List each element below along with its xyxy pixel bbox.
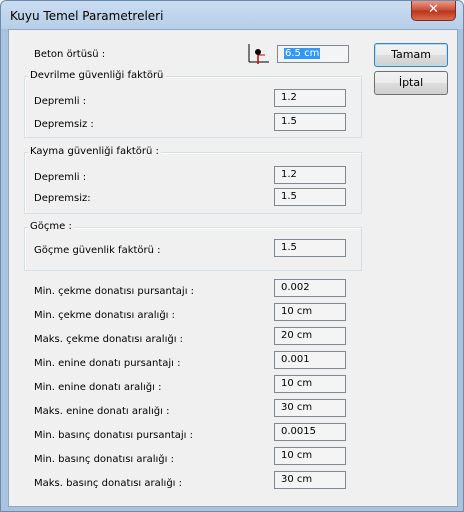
sliding-nonseismic-input[interactable]: 1.5: [274, 188, 346, 206]
rebar-value: 0.001: [281, 354, 310, 365]
collapse-group-title: Göçme :: [28, 221, 74, 232]
rebar-input[interactable]: 10 cm: [274, 375, 346, 393]
collapse-factor-label: Göçme güvenlik faktörü :: [34, 245, 161, 256]
rebar-input[interactable]: 10 cm: [274, 303, 346, 321]
sliding-nonseismic-label: Depremsiz:: [34, 193, 91, 204]
title-bar[interactable]: Kuyu Temel Parametreleri ✕: [1, 1, 463, 29]
sliding-seismic-value: 1.2: [281, 169, 297, 180]
rebar-value: 30 cm: [281, 402, 313, 413]
rebar-label: Maks. enine donatı aralığı :: [34, 406, 170, 417]
rebar-value: 10 cm: [281, 378, 313, 389]
rebar-label: Min. basınç donatısı pursantajı :: [34, 430, 194, 441]
rebar-input[interactable]: 20 cm: [274, 327, 346, 345]
collapse-factor-input[interactable]: 1.5: [274, 239, 346, 257]
window-title: Kuyu Temel Parametreleri: [10, 9, 164, 23]
rebar-value: 30 cm: [281, 474, 313, 485]
cancel-button[interactable]: İptal: [374, 71, 448, 95]
rebar-input[interactable]: 30 cm: [274, 471, 346, 489]
rebar-label: Min. enine donatı aralığı :: [34, 382, 162, 393]
rebar-label: Min. çekme donatısı pursantajı :: [34, 286, 195, 297]
collapse-factor-value: 1.5: [281, 242, 297, 253]
cover-value: 6.5 cm: [284, 48, 321, 59]
rebar-label: Maks. çekme donatısı aralığı :: [34, 334, 184, 345]
rebar-input[interactable]: 0.001: [274, 351, 346, 369]
overturning-nonseismic-value: 1.5: [281, 116, 297, 127]
close-button[interactable]: ✕: [411, 1, 456, 21]
overturning-seismic-input[interactable]: 1.2: [274, 89, 346, 107]
sliding-seismic-input[interactable]: 1.2: [274, 166, 346, 184]
rebar-label: Maks. basınç donatısı aralığı :: [34, 478, 182, 489]
rebar-value: 0.002: [281, 282, 310, 293]
rebar-label: Min. basınç donatısı aralığı :: [34, 454, 174, 465]
overturning-seismic-label: Depremli :: [34, 96, 87, 107]
rebar-value: 0.0015: [281, 426, 316, 437]
dialog-window: Kuyu Temel Parametreleri ✕ Beton örtüsü …: [0, 0, 464, 512]
sliding-nonseismic-value: 1.5: [281, 191, 297, 202]
rebar-input[interactable]: 0.0015: [274, 423, 346, 441]
concrete-cover-icon: [247, 42, 271, 64]
rebar-value: 10 cm: [281, 450, 313, 461]
sliding-group-title: Kayma güvenliği faktörü :: [28, 146, 161, 157]
rebar-label: Min. çekme donatısı aralığı :: [34, 310, 176, 321]
rebar-value: 20 cm: [281, 330, 313, 341]
overturning-group-title: Devrilme güvenliği faktörü: [28, 70, 166, 81]
rebar-input[interactable]: 30 cm: [274, 399, 346, 417]
rebar-input[interactable]: 0.002: [274, 279, 346, 297]
overturning-nonseismic-input[interactable]: 1.5: [274, 113, 346, 131]
dialog-client-area: Beton örtüsü : 6.5 cm Devrilme güvenliği…: [8, 29, 458, 507]
cover-input[interactable]: 6.5 cm: [277, 45, 349, 63]
rebar-value: 10 cm: [281, 306, 313, 317]
rebar-label: Min. enine donatı pursantajı :: [34, 358, 181, 369]
overturning-seismic-value: 1.2: [281, 92, 297, 103]
close-icon: ✕: [428, 2, 439, 17]
rebar-input[interactable]: 10 cm: [274, 447, 346, 465]
cover-label: Beton örtüsü :: [34, 49, 106, 60]
overturning-nonseismic-label: Depremsiz :: [34, 119, 94, 130]
sliding-seismic-label: Depremli :: [34, 172, 87, 183]
ok-button[interactable]: Tamam: [374, 43, 448, 67]
